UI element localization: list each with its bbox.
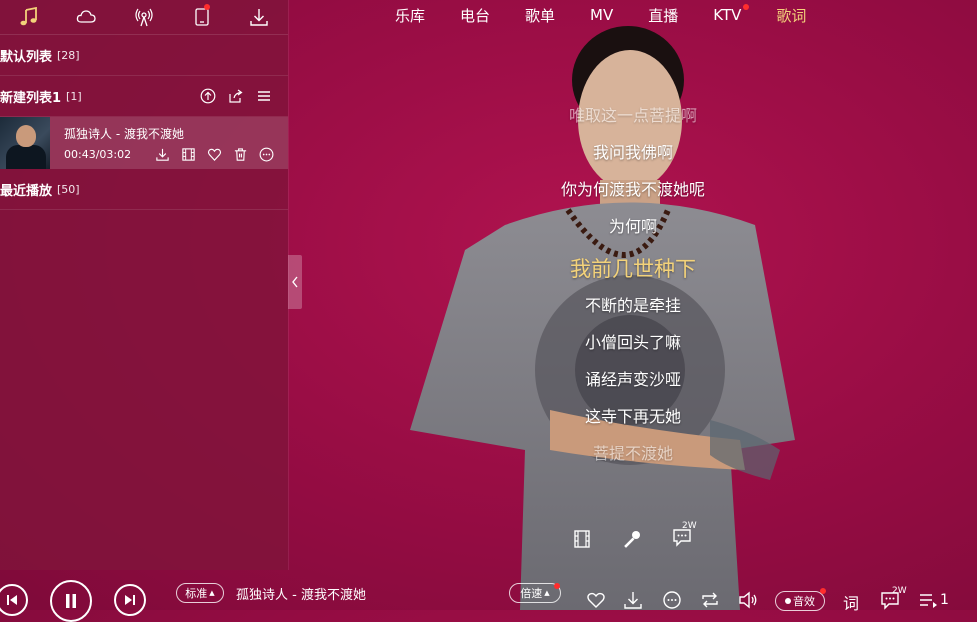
album-cover <box>0 117 50 169</box>
lyric-line-current: 我前几世种下 <box>570 257 696 281</box>
lyrics-panel: 唯取这一点菩提啊 我问我佛啊 你为何渡我不渡她呢 为何啊 我前几世种下 不断的是… <box>500 100 766 475</box>
lyric-line: 我问我佛啊 <box>592 143 673 162</box>
playlist-actions <box>200 88 288 104</box>
download-icon <box>250 9 268 26</box>
playlist-count: [1] <box>66 89 82 103</box>
more-icon <box>663 591 681 609</box>
song-title: 孤独诗人 - 渡我不渡她 <box>64 127 184 141</box>
share-icon[interactable] <box>228 88 244 104</box>
radio-antenna-icon <box>135 8 153 27</box>
heart-icon <box>587 592 605 608</box>
nav-item-library[interactable]: 乐库 <box>395 5 425 26</box>
lyric-comment-button[interactable]: 2W <box>672 521 697 551</box>
delete-icon[interactable] <box>233 147 248 162</box>
cloud-icon <box>77 10 97 23</box>
playlist-new[interactable]: 新建列表1 [1] <box>0 76 288 117</box>
repeat-button[interactable] <box>700 590 720 614</box>
more-icon[interactable] <box>259 147 274 162</box>
microphone-icon[interactable] <box>622 529 642 549</box>
effect-label: 音效 <box>793 595 815 608</box>
player-bar: 标准 ▲ 孤独诗人 - 渡我不渡她 倍速 ▲ 音效 词 2W 1 <box>0 570 977 622</box>
pause-button[interactable] <box>50 580 92 622</box>
tab-device[interactable] <box>173 0 231 34</box>
top-navigation: 乐库 电台 歌单 MV 直播 KTV 歌词 <box>395 0 841 30</box>
mv-film-icon[interactable] <box>572 529 592 549</box>
sidebar: 默认列表 [28] 新建列表1 [1] 孤独诗人 - 渡我不渡她 00:43/0… <box>0 0 288 570</box>
quality-label: 标准 <box>185 587 208 600</box>
previous-icon <box>7 595 17 605</box>
volume-icon <box>739 591 757 609</box>
nav-item-radio[interactable]: 电台 <box>460 5 490 26</box>
lyric-line: 小僧回头了嘛 <box>584 333 681 352</box>
now-playing-title: 孤独诗人 - 渡我不渡她 <box>236 588 366 603</box>
previous-button[interactable] <box>0 584 28 616</box>
nav-item-playlists[interactable]: 歌单 <box>525 5 555 26</box>
next-button[interactable] <box>114 584 146 616</box>
sidebar-tabbar <box>0 0 288 35</box>
lyric-line: 这寺下再无她 <box>584 407 681 426</box>
notification-dot <box>554 583 560 589</box>
playlist-label: 默认列表 <box>0 49 53 65</box>
more-button[interactable] <box>662 590 682 614</box>
comment-count: 2W <box>892 586 907 596</box>
queue-list-icon <box>920 594 937 608</box>
tab-cloud[interactable] <box>58 0 116 34</box>
download-icon <box>624 592 642 609</box>
playlist-default[interactable]: 默认列表 [28] <box>0 35 288 76</box>
caret-up-icon: ▲ <box>544 589 550 597</box>
notification-dot <box>820 588 826 594</box>
record-icon <box>785 598 791 604</box>
queue-button[interactable] <box>918 590 938 614</box>
upload-icon[interactable] <box>200 88 216 104</box>
playlist-count: [50] <box>57 182 80 196</box>
tab-radio[interactable] <box>115 0 173 34</box>
like-button[interactable] <box>586 590 606 614</box>
quality-button[interactable]: 标准 ▲ <box>176 583 224 603</box>
lyric-line: 不断的是牵挂 <box>584 296 681 315</box>
lyric-line: 诵经声变沙哑 <box>584 370 681 389</box>
repeat-icon <box>702 592 718 608</box>
nav-item-ktv[interactable]: KTV <box>713 4 750 24</box>
mv-film-icon[interactable] <box>181 147 196 162</box>
sound-effect-button[interactable]: 音效 <box>775 591 825 611</box>
comment-count: 2W <box>682 521 697 531</box>
song-list-item[interactable]: 孤独诗人 - 渡我不渡她 00:43/03:02 <box>0 117 288 169</box>
speed-label: 倍速 <box>520 587 543 600</box>
download-button[interactable] <box>623 590 643 614</box>
volume-button[interactable] <box>738 590 758 614</box>
music-note-icon <box>20 7 37 26</box>
song-actions <box>155 147 274 162</box>
next-icon <box>125 595 135 605</box>
nav-item-live[interactable]: 直播 <box>648 5 678 26</box>
tab-music[interactable] <box>0 0 58 34</box>
nav-item-mv[interactable]: MV <box>590 6 613 24</box>
pause-icon <box>66 594 76 608</box>
chevron-left-icon <box>292 276 298 288</box>
lyrics-toggle-button[interactable]: 词 <box>843 590 859 614</box>
lyric-line: 菩提不渡她 <box>592 444 673 463</box>
caret-up-icon: ▲ <box>209 589 215 597</box>
nav-item-ktv-label: KTV <box>713 6 742 24</box>
playlist-label: 最近播放 <box>0 183 53 199</box>
queue-count: 1 <box>940 592 949 608</box>
lyric-line: 唯取这一点菩提啊 <box>568 106 697 125</box>
lyric-line: 为何啊 <box>608 217 657 236</box>
nav-item-lyrics[interactable]: 歌词 <box>776 5 806 26</box>
playlist-count: [28] <box>57 48 80 62</box>
playlist-recent[interactable]: 最近播放 [50] <box>0 169 288 210</box>
lyric-line: 你为何渡我不渡她呢 <box>560 180 705 199</box>
device-icon <box>194 8 209 26</box>
lyric-tools: 2W <box>572 521 697 551</box>
notification-dot <box>743 4 750 10</box>
sidebar-collapse-handle[interactable] <box>288 255 302 309</box>
playlist-label: 新建列表1 <box>0 90 62 106</box>
download-icon[interactable] <box>155 147 170 162</box>
menu-icon[interactable] <box>256 88 272 104</box>
heart-icon[interactable] <box>207 147 222 162</box>
tab-download[interactable] <box>230 0 288 34</box>
